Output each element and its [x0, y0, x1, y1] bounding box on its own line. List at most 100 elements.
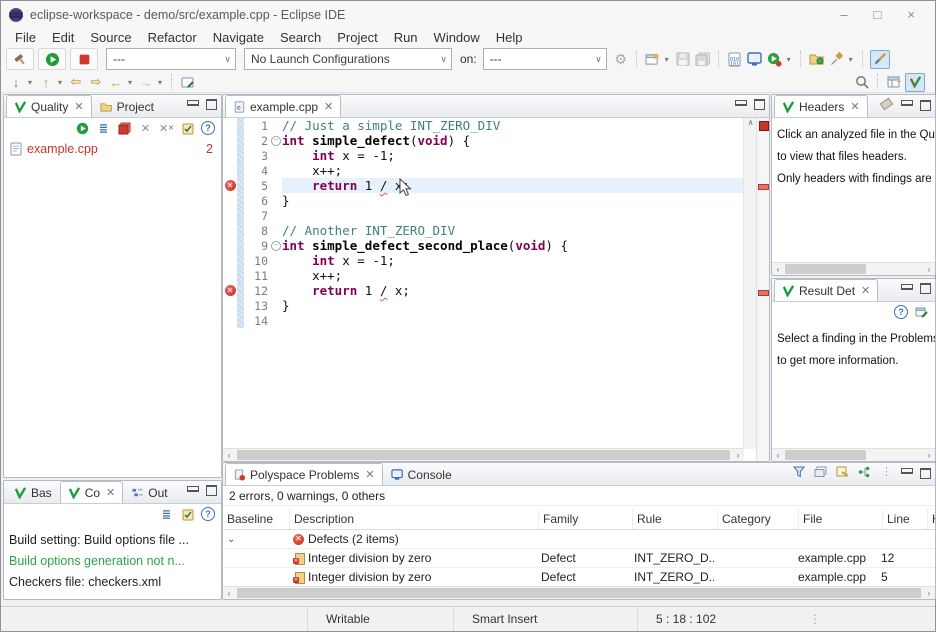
menu-edit[interactable]: Edit: [44, 30, 82, 45]
results-combo[interactable]: ---∨: [106, 48, 236, 70]
menu-help[interactable]: Help: [488, 30, 531, 45]
column-header-category[interactable]: Category: [718, 509, 799, 529]
binary-build-button[interactable]: 010101: [726, 51, 744, 68]
status-menu-icon[interactable]: ⋮: [809, 612, 822, 626]
scroll-right-icon[interactable]: ›: [732, 451, 744, 460]
save-all-button[interactable]: [694, 51, 712, 68]
forward-button[interactable]: ⇨: [87, 74, 105, 91]
view-menu-icon[interactable]: ⋮: [879, 464, 894, 479]
close-tab-icon[interactable]: ✕: [365, 468, 374, 481]
eraser-icon[interactable]: [879, 96, 894, 111]
code-text[interactable]: int x = -1;: [282, 148, 744, 163]
new-wizard-dropdown[interactable]: ▾: [663, 55, 671, 64]
scroll-right-icon[interactable]: ›: [923, 451, 935, 460]
menu-navigate[interactable]: Navigate: [205, 30, 272, 45]
minimize-view-icon[interactable]: [901, 100, 913, 106]
column-header-family[interactable]: Family: [539, 509, 633, 529]
minimize-view-icon[interactable]: [901, 284, 913, 290]
menu-project[interactable]: Project: [329, 30, 385, 45]
mark-occurrences-toggle[interactable]: [870, 50, 890, 69]
editor-h-scrollbar[interactable]: ‹ ›: [223, 448, 744, 461]
back-history-button[interactable]: ←: [107, 74, 125, 91]
code-text[interactable]: return 1 / x;: [282, 283, 744, 298]
overview-error-mark[interactable]: [758, 290, 769, 296]
code-line-14[interactable]: 14: [223, 313, 744, 328]
problems-row[interactable]: ✕Integer division by zeroDefectINT_ZERO_…: [223, 549, 935, 568]
forward-history-dropdown[interactable]: ▾: [156, 78, 164, 87]
error-marker-icon[interactable]: ✕: [225, 285, 236, 296]
tab-baseline[interactable]: Bas: [6, 481, 60, 503]
code-line-1[interactable]: 1// Just a simple INT_ZERO_DIV: [223, 118, 744, 133]
scroll-left-icon[interactable]: ‹: [223, 451, 235, 460]
filter-button[interactable]: [791, 464, 806, 479]
next-annotation-dropdown[interactable]: ▾: [26, 78, 34, 87]
tab-console[interactable]: Console: [383, 463, 460, 485]
overview-error-mark[interactable]: [758, 184, 769, 190]
code-text[interactable]: int x = -1;: [282, 253, 744, 268]
code-line-4[interactable]: 4 x++;: [223, 163, 744, 178]
code-text[interactable]: }: [282, 298, 744, 313]
maximize-view-icon[interactable]: [920, 468, 931, 479]
editor-v-scrollbar[interactable]: ∧: [743, 118, 757, 449]
help-icon[interactable]: ?: [894, 305, 908, 319]
problems-row[interactable]: ⌄✕Defects (2 items): [223, 530, 935, 549]
fold-column[interactable]: −: [270, 241, 282, 251]
previous-annotation-button[interactable]: ↑: [37, 74, 55, 91]
back-button[interactable]: ⇦: [67, 74, 85, 91]
menu-search[interactable]: Search: [272, 30, 329, 45]
forward-history-button[interactable]: →: [137, 74, 155, 91]
tab-result-details[interactable]: Result Det ✕: [774, 279, 878, 301]
error-gutter[interactable]: ✕: [223, 178, 237, 193]
fold-column[interactable]: −: [270, 136, 282, 146]
close-tab-icon[interactable]: ✕: [324, 100, 333, 113]
log-settings-button[interactable]: [180, 507, 195, 522]
import-findings-button[interactable]: [835, 464, 850, 479]
tab-outline[interactable]: Out: [123, 481, 175, 503]
run-external-dropdown[interactable]: ▾: [785, 55, 793, 64]
code-line-5[interactable]: ✕5 return 1 / x;: [223, 178, 744, 193]
close-tab-icon[interactable]: ✕: [74, 100, 83, 113]
polyspace-perspective-button[interactable]: [905, 73, 925, 92]
group-by-button[interactable]: [813, 464, 828, 479]
code-text[interactable]: x++;: [282, 163, 744, 178]
scroll-right-icon[interactable]: ›: [923, 589, 935, 598]
filter-list-icon[interactable]: ≣: [96, 121, 111, 136]
help-icon[interactable]: ?: [201, 121, 215, 135]
minimize-button[interactable]: –: [840, 8, 847, 22]
code-line-11[interactable]: 11 x++;: [223, 268, 744, 283]
previous-annotation-dropdown[interactable]: ▾: [56, 78, 64, 87]
code-text[interactable]: [282, 208, 744, 223]
launch-config-combo[interactable]: No Launch Configurations∨: [244, 48, 452, 70]
code-text[interactable]: int simple_defect(void) {: [282, 133, 744, 148]
fold-collapse-icon[interactable]: −: [271, 241, 281, 251]
maximize-view-icon[interactable]: [754, 99, 765, 110]
console-display-button[interactable]: [746, 51, 764, 68]
code-line-13[interactable]: 13}: [223, 298, 744, 313]
column-header-file[interactable]: File: [799, 509, 883, 529]
error-marker-icon[interactable]: ✕: [225, 180, 236, 191]
column-header-rule[interactable]: Rule: [633, 509, 718, 529]
menu-refactor[interactable]: Refactor: [140, 30, 205, 45]
open-perspective-button[interactable]: +: [885, 74, 903, 91]
maximize-view-icon[interactable]: [206, 485, 217, 496]
problems-row[interactable]: ✕Integer division by zeroDefectINT_ZERO_…: [223, 568, 935, 587]
problems-h-scrollbar[interactable]: ‹ ›: [223, 586, 935, 599]
run-external-button[interactable]: [766, 51, 784, 68]
save-button[interactable]: [674, 51, 692, 68]
remove-icon[interactable]: ✕: [138, 121, 153, 136]
menu-source[interactable]: Source: [82, 30, 139, 45]
code-text[interactable]: return 1 / x;: [282, 178, 744, 193]
code-line-12[interactable]: ✕12 return 1 / x;: [223, 283, 744, 298]
scroll-left-icon[interactable]: ‹: [223, 589, 235, 598]
search-button[interactable]: [853, 74, 871, 91]
code-lines[interactable]: 1// Just a simple INT_ZERO_DIV2−int simp…: [223, 118, 744, 449]
maximize-view-icon[interactable]: [920, 283, 931, 294]
code-line-2[interactable]: 2−int simple_defect(void) {: [223, 133, 744, 148]
close-tab-icon[interactable]: ✕: [861, 284, 870, 297]
error-gutter[interactable]: ✕: [223, 283, 237, 298]
close-tab-icon[interactable]: ✕: [850, 100, 859, 113]
maximize-view-icon[interactable]: [920, 100, 931, 111]
code-text[interactable]: x++;: [282, 268, 744, 283]
maximize-button[interactable]: □: [874, 8, 882, 22]
pin-view-button[interactable]: [914, 305, 929, 320]
